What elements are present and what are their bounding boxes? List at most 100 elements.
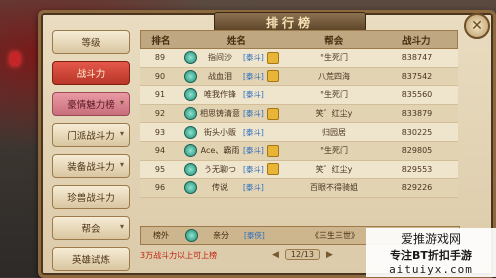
power-cell: 835560 [401, 90, 433, 100]
header-guild: 帮会 [324, 35, 344, 47]
power-cell: 829805 [401, 146, 433, 156]
table-row[interactable]: 96 传说 [泰斗] 百眼不得骑姐 829226 [140, 179, 458, 198]
chevron-down-icon: ▾ [119, 160, 124, 169]
table-row[interactable]: 89 指间沙 [泰斗] °生死门 838747 [140, 49, 458, 68]
power-cell: 830225 [401, 127, 433, 137]
medal-icon [266, 51, 279, 64]
guild-cell: 归园居 [322, 127, 346, 137]
header-name: 姓名 [226, 35, 246, 47]
site-watermark: 爱推游戏网 专注BT折扣手游 aituiyx.com [366, 228, 496, 277]
sidebar-item-label: 等级 [81, 38, 101, 49]
ranking-table: 排名 姓名 帮会 战斗力 89 指间沙 [泰斗] °生死门 838747 90 战血泪 [泰斗… [140, 30, 458, 198]
rank-cell: 96 [154, 183, 166, 193]
rank-cell: 94 [154, 146, 166, 156]
my-name: 亲分 [213, 231, 229, 240]
name-cell: 指间沙 [泰斗] [180, 51, 292, 65]
chevron-down-icon: ▾ [119, 98, 124, 107]
sidebar-item-sect-power[interactable]: 门派战斗力 ▾ [52, 123, 130, 147]
faction-tag: [泰斗] [243, 183, 264, 193]
sect-icon [184, 69, 197, 83]
sidebar-item-guild[interactable]: 帮会 ▾ [52, 216, 130, 240]
table-body: 89 指间沙 [泰斗] °生死门 838747 90 战血泪 [泰斗] 八荒四海 837542 91… [140, 49, 458, 198]
player-name: 相思铸清意 [200, 109, 240, 119]
sect-icon [184, 107, 197, 121]
power-cell: 829553 [401, 164, 433, 174]
sect-icon [184, 144, 197, 158]
chevron-down-icon: ▾ [119, 129, 124, 138]
faction-tag: [泰斗] [243, 146, 264, 156]
guild-cell: °生死门 [320, 90, 348, 100]
category-sidebar: 等级 战斗力 豪情魅力榜 ▾ 门派战斗力 ▾ 装备战斗力 ▾ 珍兽战斗力 帮会 ▾ 英雄… [52, 30, 132, 278]
rank-cell: 91 [154, 90, 166, 100]
guild-cell: °生死门 [320, 146, 348, 156]
pagination: ◀ 12/13 ▶ [272, 249, 333, 260]
name-cell: 相思铸清意 [泰斗] [180, 107, 292, 121]
name-cell: う无聊つ [泰斗] [180, 162, 292, 176]
player-name: 指间沙 [208, 53, 232, 63]
sidebar-item-label: 珍兽战斗力 [67, 193, 115, 204]
sect-icon [185, 229, 198, 242]
table-row[interactable]: 94 Ace、霸雨 [泰斗] °生死门 829805 [140, 141, 458, 161]
guild-cell: 百眼不得骑姐 [310, 183, 358, 193]
power-cell: 837542 [401, 71, 433, 81]
sect-icon [184, 125, 197, 139]
name-cell: 战血泪 [泰斗] [180, 69, 292, 83]
sidebar-item-label: 门派战斗力 [67, 131, 115, 142]
guild-cell: °生死门 [320, 53, 348, 63]
player-name: 唯我作锋 [204, 90, 236, 100]
medal-icon [266, 144, 279, 157]
sidebar-item-hero-trial[interactable]: 英雄试炼 [52, 247, 130, 271]
chevron-down-icon: ▾ [119, 222, 124, 231]
power-cell: 838747 [401, 53, 433, 63]
rank-cell: 95 [154, 164, 166, 174]
name-cell: 唯我作锋 [泰斗] [180, 88, 292, 102]
table-header: 排名 姓名 帮会 战斗力 [140, 30, 458, 49]
sidebar-item-equipment-power[interactable]: 装备战斗力 ▾ [52, 154, 130, 178]
player-name: Ace、霸雨 [200, 146, 240, 156]
rank-cell: 93 [154, 127, 166, 137]
sidebar-item-level[interactable]: 等级 [52, 30, 130, 54]
medal-icon [266, 163, 279, 176]
rank-cell: 90 [154, 71, 166, 81]
medal-icon [266, 70, 279, 83]
close-button[interactable]: ✕ [464, 13, 490, 39]
power-cell: 833879 [401, 109, 433, 119]
name-cell: Ace、霸雨 [泰斗] [180, 144, 292, 158]
sidebar-item-charm[interactable]: 豪情魅力榜 ▾ [52, 92, 130, 116]
lantern-decoration [10, 52, 20, 66]
prev-page-icon[interactable]: ◀ [272, 250, 279, 260]
faction-tag: [泰斗] [243, 71, 264, 81]
player-name: 战血泪 [208, 71, 232, 81]
table-row[interactable]: 90 战血泪 [泰斗] 八荒四海 837542 [140, 67, 458, 87]
sect-icon [184, 162, 197, 176]
my-faction: [泰侠] [244, 231, 265, 240]
sidebar-item-pet-power[interactable]: 珍兽战斗力 [52, 185, 130, 209]
rank-cell: 92 [154, 109, 166, 119]
faction-tag: [泰斗] [243, 109, 264, 119]
sidebar-item-label: 帮会 [81, 224, 101, 235]
ranking-requirement-note: 3万战斗力以上可上榜 [140, 251, 218, 260]
table-row[interactable]: 93 街头小贩 [泰斗] 归园居 830225 [140, 123, 458, 142]
guild-cell: 笑゛红尘y [315, 109, 353, 119]
faction-tag: [泰斗] [243, 164, 264, 174]
sect-icon [184, 51, 197, 65]
next-page-icon[interactable]: ▶ [326, 250, 333, 260]
close-icon: ✕ [471, 18, 483, 34]
faction-tag: [泰斗] [243, 53, 264, 63]
table-row[interactable]: 95 う无聊つ [泰斗] 笑゛红尘y 829553 [140, 160, 458, 180]
power-cell: 829226 [401, 183, 433, 193]
sidebar-item-combat-power[interactable]: 战斗力 [52, 61, 130, 85]
my-guild: 《三生三世》 [311, 231, 359, 240]
page-indicator: 12/13 [284, 249, 320, 260]
sidebar-item-label: 战斗力 [76, 69, 106, 80]
sect-icon [184, 181, 197, 195]
table-row[interactable]: 91 唯我作锋 [泰斗] °生死门 835560 [140, 86, 458, 105]
header-rank: 排名 [151, 35, 171, 47]
rank-cell: 89 [154, 53, 166, 63]
faction-tag: [泰斗] [243, 127, 264, 137]
table-row[interactable]: 92 相思铸清意 [泰斗] 笑゛红尘y 833879 [140, 104, 458, 124]
name-cell: 街头小贩 [泰斗] [180, 125, 292, 139]
header-power: 战斗力 [402, 35, 431, 47]
player-name: う无聊つ [204, 164, 236, 174]
sidebar-item-label: 装备战斗力 [67, 162, 115, 173]
